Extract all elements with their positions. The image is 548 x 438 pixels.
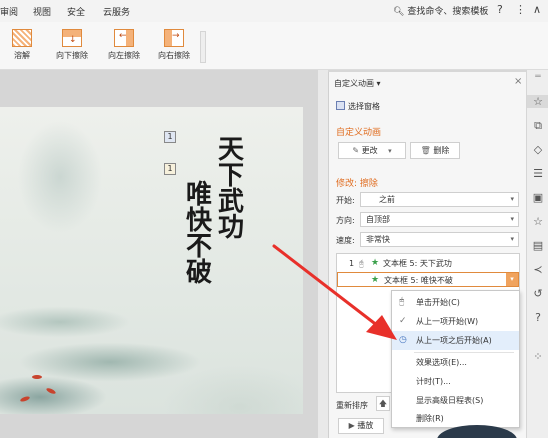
help-circle-icon[interactable]: ? (527, 311, 548, 324)
collapse-ribbon-icon[interactable]: ∧ (533, 3, 541, 16)
koi-fish (32, 375, 42, 379)
menu-item-timing[interactable]: 计时(T)... (392, 372, 519, 391)
calligraphy-char: 功 (217, 213, 244, 243)
chevron-down-icon[interactable]: ▾ (506, 273, 518, 286)
animation-order-tag[interactable]: 1 (164, 163, 176, 175)
wipe-left-icon: ← (114, 29, 134, 47)
adjust-icon[interactable]: ☰ (527, 167, 548, 180)
menu-review[interactable]: 审阅 (0, 5, 18, 18)
annotation-arrow (272, 244, 397, 340)
search-icon: 🔍︎ (393, 7, 405, 17)
wipe-down-label: 向下擦除 (56, 51, 88, 60)
koi-fish (45, 387, 57, 395)
calligraphy-char: 武 (217, 187, 244, 217)
animation-toolbar: 溶解 ↓ 向下擦除 ← 向左擦除 → 向右擦除 (0, 22, 548, 70)
direction-label: 方向: (336, 216, 355, 225)
modify-effect-label: 修改: 擦除 (336, 179, 378, 189)
calligraphy-char: 天 (217, 135, 244, 165)
share-icon[interactable]: ≺ (527, 263, 548, 276)
menu-view[interactable]: 视图 (33, 5, 51, 18)
animation-order-tag[interactable]: 1 (164, 131, 176, 143)
section-title: 自定义动画 (336, 128, 382, 138)
panel-title[interactable]: 自定义动画 ▾ (334, 78, 381, 89)
star-icon[interactable]: ☆ (527, 215, 548, 228)
template-icon[interactable]: ▤ (527, 239, 548, 252)
search-label: 查找命令、搜索模板 (407, 7, 489, 17)
calligraphy-char: 破 (185, 258, 212, 288)
select-pane-button[interactable]: 选择窗格 (336, 101, 380, 112)
pencil-icon: ✎ (352, 146, 360, 155)
animation-star-icon[interactable]: ☆ (527, 95, 548, 108)
more-apps-icon[interactable]: ⁘ (527, 350, 548, 363)
calligraphy-char: 下 (217, 161, 244, 191)
koi-fish (19, 395, 31, 403)
reorder-label: 重新排序 (336, 401, 368, 410)
close-icon[interactable]: × (514, 76, 522, 87)
start-value: 之前 (379, 195, 395, 204)
history-icon[interactable]: ↺ (527, 287, 548, 300)
right-tool-sidebar: ═ ☆ ⧉ ◇ ☰ ▣ ☆ ▤ ≺ ↺ ? ⁘ (526, 70, 548, 438)
copy-icon[interactable]: ⧉ (527, 119, 548, 133)
context-menu: 🖰︎ 单击开始(C) ✓ 从上一项开始(W) ◷ 从上一项之后开始(A) 效果选项(E… (391, 290, 520, 428)
direction-value: 自顶部 (366, 215, 390, 224)
select-pane-icon (336, 101, 345, 110)
chevron-down-icon: ▾ (388, 147, 392, 155)
menu-item-delete[interactable]: 删除(R) (392, 409, 519, 428)
start-select[interactable]: 之前 ▾ (360, 192, 519, 207)
calligraphy-char: 快 (185, 206, 212, 236)
delete-effect-button[interactable]: 🗑︎ 删除 (410, 142, 460, 159)
menu-security[interactable]: 安全 (67, 5, 85, 18)
play-icon: ▶ (348, 421, 355, 430)
start-label: 开始: (336, 196, 355, 205)
shape-icon[interactable]: ◇ (527, 143, 548, 156)
wipe-down-button[interactable]: ↓ 向下擦除 (50, 29, 94, 61)
menu-cloud-service[interactable]: 云服务 (103, 5, 130, 18)
direction-select[interactable]: 自顶部 ▾ (360, 212, 519, 227)
arrow-up-icon: 🡅︎ (378, 399, 388, 408)
calligraphy-char: 唯 (185, 180, 212, 210)
calligraphy-char: 不 (185, 232, 212, 262)
wipe-right-label: 向右擦除 (158, 51, 190, 60)
wipe-right-icon: → (164, 29, 184, 47)
slide[interactable]: 1 1 天 下 武 功 唯 快 不 破 (0, 107, 303, 414)
dissolve-label: 溶解 (14, 51, 30, 60)
dissolve-icon (12, 29, 32, 47)
wipe-left-label: 向左擦除 (108, 51, 140, 60)
wipe-right-button[interactable]: → 向右擦除 (152, 29, 196, 61)
trash-icon: 🗑︎ (420, 146, 431, 155)
chevron-down-icon: ▾ (510, 235, 514, 243)
menu-item-advanced-timeline[interactable]: 显示高级日程表(S) (392, 391, 519, 410)
change-effect-button[interactable]: ✎ 更改 ▾ (338, 142, 406, 159)
toolbar-scroll-arrows[interactable] (200, 31, 206, 63)
more-icon[interactable]: ⋮ (515, 3, 526, 16)
menu-item-after-previous[interactable]: ◷ 从上一项之后开始(A) (392, 331, 519, 350)
menu-item-with-previous[interactable]: ✓ 从上一项开始(W) (392, 312, 519, 331)
wipe-down-icon: ↓ (62, 29, 82, 47)
help-icon[interactable]: ? (497, 3, 503, 16)
menu-item-on-click[interactable]: 🖰︎ 单击开始(C) (392, 293, 519, 312)
play-button[interactable]: ▶ 播放 (338, 418, 384, 434)
menu-bar: 审阅 视图 安全 云服务 🔍︎ 查找命令、搜索模板 ? ⋮ ∧ (0, 0, 548, 22)
image-icon[interactable]: ▣ (527, 191, 548, 204)
chevron-down-icon: ▾ (510, 215, 514, 223)
command-search[interactable]: 🔍︎ 查找命令、搜索模板 (393, 4, 488, 17)
move-up-button[interactable]: 🡅︎ (376, 396, 390, 411)
chevron-down-icon: ▾ (510, 195, 514, 203)
wipe-left-button[interactable]: ← 向左擦除 (102, 29, 146, 61)
dissolve-button[interactable]: 溶解 (8, 29, 36, 61)
drag-handle-icon[interactable]: ═ (527, 72, 548, 82)
menu-item-effect-options[interactable]: 效果选项(E)... (392, 353, 519, 372)
